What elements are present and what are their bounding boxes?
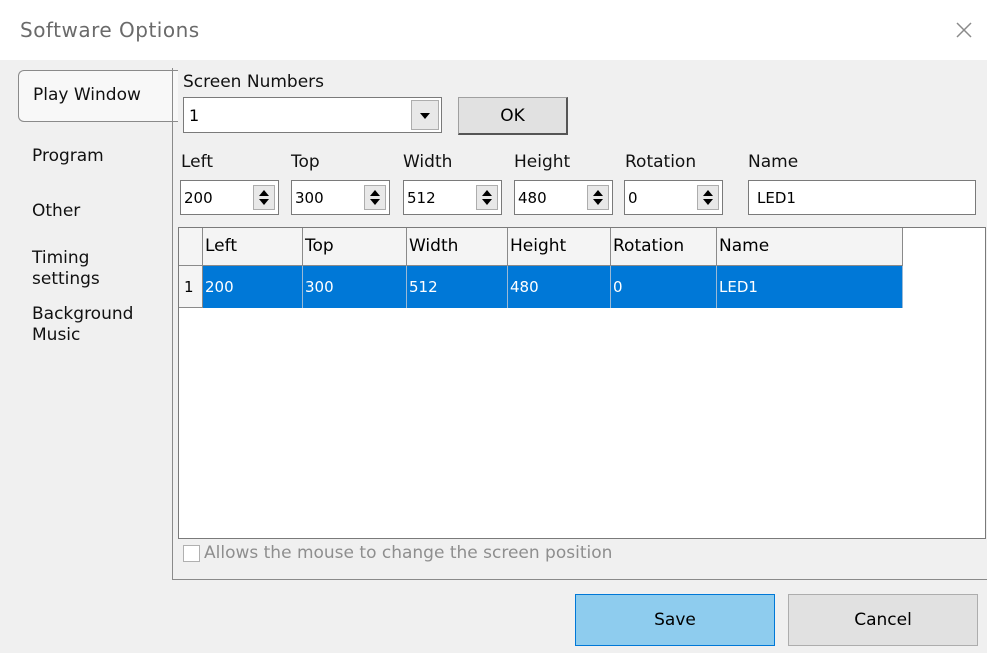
mouse-change-label: Allows the mouse to change the screen po… [204,543,613,563]
up-down-arrows-icon [370,190,380,205]
grid-header-rotation[interactable]: Rotation [611,228,717,266]
save-button[interactable]: Save [575,594,775,646]
top-value: 300 [295,189,324,207]
name-label: Name [748,152,799,172]
screen-numbers-label: Screen Numbers [183,72,324,92]
chevron-down-icon [420,113,430,119]
screen-number-value: 1 [189,106,200,125]
width-value: 512 [407,189,436,207]
tab-background-music[interactable]: Background Music [32,304,152,346]
cell-height[interactable]: 480 [508,266,611,308]
left-value: 200 [184,189,213,207]
height-spinner[interactable]: 480 [514,180,613,215]
up-down-arrows-icon [703,190,713,205]
mouse-change-checkbox[interactable] [183,545,200,562]
cell-left[interactable]: 200 [203,266,303,308]
spin-buttons[interactable] [364,185,386,210]
grid-corner [179,228,203,266]
left-label: Left [181,152,213,172]
up-down-arrows-icon [482,190,492,205]
cell-width[interactable]: 512 [407,266,508,308]
tab-program[interactable]: Program [32,146,104,167]
tab-timing-settings[interactable]: Timing settings [32,248,132,290]
cell-top[interactable]: 300 [303,266,407,308]
up-down-arrows-icon [259,190,269,205]
tab-label: Play Window [33,85,141,105]
top-label: Top [291,152,320,172]
top-spinner[interactable]: 300 [291,180,390,215]
ok-button[interactable]: OK [458,97,568,135]
rotation-spinner[interactable]: 0 [624,180,723,215]
rotation-label: Rotation [625,152,697,172]
grid-header-name[interactable]: Name [717,228,903,266]
dropdown-button[interactable] [411,100,439,130]
close-icon [956,22,972,38]
window-title: Software Options [20,18,200,42]
up-down-arrows-icon [593,190,603,205]
grid-header-left[interactable]: Left [203,228,303,266]
left-spinner[interactable]: 200 [180,180,279,215]
height-value: 480 [518,189,547,207]
cell-rotation[interactable]: 0 [611,266,717,308]
spin-buttons[interactable] [587,185,609,210]
tab-other[interactable]: Other [32,201,80,222]
grid-header-height[interactable]: Height [508,228,611,266]
rotation-value: 0 [628,189,638,207]
cell-name[interactable]: LED1 [717,266,903,308]
name-value: LED1 [757,189,796,207]
width-spinner[interactable]: 512 [403,180,502,215]
spin-buttons[interactable] [253,185,275,210]
spin-buttons[interactable] [476,185,498,210]
cancel-button[interactable]: Cancel [788,594,978,646]
screen-number-select[interactable]: 1 [183,97,442,133]
name-input[interactable]: LED1 [748,180,976,215]
grid-header-top[interactable]: Top [303,228,407,266]
spin-buttons[interactable] [697,185,719,210]
tab-play-window[interactable]: Play Window [18,70,178,122]
close-button[interactable] [948,14,980,46]
width-label: Width [403,152,453,172]
grid-header-width[interactable]: Width [407,228,508,266]
row-number[interactable]: 1 [179,266,203,308]
height-label: Height [514,152,571,172]
